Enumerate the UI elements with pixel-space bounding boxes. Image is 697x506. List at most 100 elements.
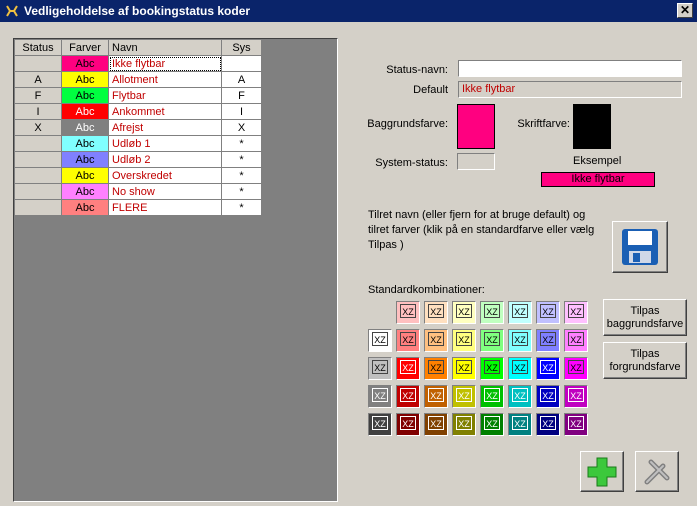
sys-cell[interactable]: *	[221, 151, 262, 168]
palette-swatch[interactable]: XZ	[480, 357, 504, 380]
sys-cell[interactable]: *	[221, 183, 262, 200]
status-grid[interactable]: Status Farver Navn Sys Abc Ikke flytbar A A…	[14, 39, 262, 216]
palette-swatch[interactable]: XZ	[480, 413, 504, 436]
tilpas-forgrundsfarve-button[interactable]: Tilpas forgrundsfarve	[603, 342, 687, 379]
farve-cell[interactable]: Abc	[61, 119, 109, 136]
palette-swatch[interactable]: XZ	[368, 413, 392, 436]
delete-button[interactable]	[635, 451, 679, 492]
palette-swatch[interactable]: XZ	[564, 413, 588, 436]
farve-cell[interactable]: Abc	[61, 135, 109, 152]
palette-swatch[interactable]: XZ	[424, 329, 448, 352]
sys-cell[interactable]: X	[221, 119, 262, 136]
table-row[interactable]: Abc No show *	[14, 183, 262, 200]
table-row[interactable]: Abc Udløb 1 *	[14, 135, 262, 152]
palette-swatch[interactable]: XZ	[368, 329, 392, 352]
palette-swatch[interactable]: XZ	[480, 329, 504, 352]
status-cell[interactable]	[14, 151, 62, 168]
palette-swatch[interactable]: XZ	[564, 301, 588, 324]
palette-swatch[interactable]: XZ	[424, 385, 448, 408]
col-header-status[interactable]: Status	[14, 39, 62, 56]
palette-swatch[interactable]: XZ	[452, 385, 476, 408]
palette-swatch[interactable]: XZ	[424, 357, 448, 380]
sys-cell[interactable]: F	[221, 87, 262, 104]
farve-cell[interactable]: Abc	[61, 183, 109, 200]
farve-cell[interactable]: Abc	[61, 55, 109, 72]
farve-cell[interactable]: Abc	[61, 199, 109, 216]
palette-swatch[interactable]: XZ	[536, 329, 560, 352]
status-cell[interactable]: F	[14, 87, 62, 104]
palette-swatch[interactable]: XZ	[396, 329, 420, 352]
palette-swatch[interactable]: XZ	[396, 385, 420, 408]
status-cell[interactable]	[14, 55, 62, 72]
farve-cell[interactable]: Abc	[61, 87, 109, 104]
palette-swatch[interactable]: XZ	[480, 385, 504, 408]
palette-swatch[interactable]: XZ	[564, 357, 588, 380]
sys-cell[interactable]: *	[221, 167, 262, 184]
palette-swatch[interactable]: XZ	[536, 385, 560, 408]
save-button[interactable]	[612, 221, 668, 273]
table-row[interactable]: Abc FLERE *	[14, 199, 262, 216]
farve-cell[interactable]: Abc	[61, 71, 109, 88]
table-row[interactable]: F Abc Flytbar F	[14, 87, 262, 104]
palette-swatch[interactable]: XZ	[452, 329, 476, 352]
palette-swatch[interactable]: XZ	[536, 357, 560, 380]
palette-swatch[interactable]: XZ	[368, 385, 392, 408]
sys-cell[interactable]: *	[221, 135, 262, 152]
navn-cell[interactable]: Udløb 2	[108, 151, 222, 168]
farve-cell[interactable]: Abc	[61, 103, 109, 120]
status-cell[interactable]	[14, 183, 62, 200]
palette-swatch[interactable]: XZ	[508, 357, 532, 380]
font-color-swatch[interactable]	[573, 104, 611, 149]
palette-swatch[interactable]: XZ	[396, 357, 420, 380]
palette-swatch[interactable]: XZ	[564, 329, 588, 352]
navn-cell[interactable]: Overskredet	[108, 167, 222, 184]
palette-swatch[interactable]: XZ	[452, 357, 476, 380]
status-cell[interactable]	[14, 135, 62, 152]
sys-cell[interactable]: *	[221, 199, 262, 216]
table-row[interactable]: Abc Overskredet *	[14, 167, 262, 184]
status-cell[interactable]	[14, 199, 62, 216]
navn-cell[interactable]: FLERE	[108, 199, 222, 216]
palette-swatch[interactable]: XZ	[508, 385, 532, 408]
palette-swatch[interactable]: XZ	[452, 413, 476, 436]
palette-swatch[interactable]: XZ	[396, 301, 420, 324]
navn-cell[interactable]: Ikke flytbar	[108, 55, 222, 72]
farve-cell[interactable]: Abc	[61, 167, 109, 184]
table-row[interactable]: I Abc Ankommet I	[14, 103, 262, 120]
palette-swatch[interactable]: XZ	[508, 329, 532, 352]
palette-swatch[interactable]: XZ	[480, 301, 504, 324]
col-header-farver[interactable]: Farver	[61, 39, 109, 56]
status-cell[interactable]	[14, 167, 62, 184]
palette-swatch[interactable]: XZ	[452, 301, 476, 324]
navn-cell[interactable]: Allotment	[108, 71, 222, 88]
navn-cell[interactable]: No show	[108, 183, 222, 200]
status-cell[interactable]: I	[14, 103, 62, 120]
sys-cell[interactable]: A	[221, 71, 262, 88]
table-row[interactable]: Abc Ikke flytbar	[14, 55, 262, 72]
palette-swatch[interactable]: XZ	[424, 413, 448, 436]
status-grid-panel[interactable]: Status Farver Navn Sys Abc Ikke flytbar A A…	[13, 38, 338, 502]
navn-cell[interactable]: Afrejst	[108, 119, 222, 136]
close-icon[interactable]: ✕	[677, 3, 693, 18]
col-header-navn[interactable]: Navn	[108, 39, 222, 56]
palette-swatch[interactable]: XZ	[424, 301, 448, 324]
table-row[interactable]: Abc Udløb 2 *	[14, 151, 262, 168]
table-row[interactable]: X Abc Afrejst X	[14, 119, 262, 136]
palette-swatch[interactable]: XZ	[536, 413, 560, 436]
table-row[interactable]: A Abc Allotment A	[14, 71, 262, 88]
sys-cell[interactable]: I	[221, 103, 262, 120]
palette-swatch[interactable]: XZ	[508, 301, 532, 324]
palette-swatch[interactable]: XZ	[508, 413, 532, 436]
farve-cell[interactable]: Abc	[61, 151, 109, 168]
palette-swatch[interactable]: XZ	[396, 413, 420, 436]
background-color-swatch[interactable]	[457, 104, 495, 149]
add-button[interactable]	[580, 451, 624, 492]
status-cell[interactable]: X	[14, 119, 62, 136]
col-header-sys[interactable]: Sys	[221, 39, 262, 56]
tilpas-baggrundsfarve-button[interactable]: Tilpas baggrundsfarve	[603, 299, 687, 336]
status-cell[interactable]: A	[14, 71, 62, 88]
status-navn-input[interactable]	[458, 60, 682, 77]
palette-swatch[interactable]: XZ	[536, 301, 560, 324]
navn-cell[interactable]: Ankommet	[108, 103, 222, 120]
navn-cell[interactable]: Flytbar	[108, 87, 222, 104]
